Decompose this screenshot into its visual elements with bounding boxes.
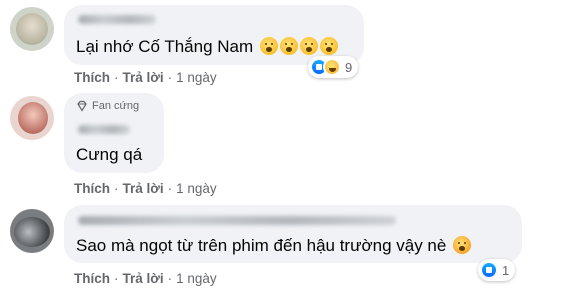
emoji-icon [259,37,278,55]
separator: · [167,271,173,286]
like-button[interactable]: Thích [74,271,110,286]
reaction-count: 1 [502,262,510,278]
timestamp[interactable]: 1 ngày [176,271,217,286]
like-button[interactable]: Thích [74,70,110,85]
emoji-icon [299,37,318,55]
reaction-summary[interactable]: 9 [308,56,359,78]
smiling-face-with-hearts-icon [453,236,472,254]
author-name[interactable] [78,125,130,134]
emoji-icon [279,37,298,55]
avatar[interactable] [10,209,54,253]
separator: · [167,70,173,85]
reply-button[interactable]: Trả lời [123,70,164,85]
like-icon [480,261,498,279]
reaction-count: 9 [345,59,353,75]
avatar[interactable] [10,7,54,51]
emoji-icon [319,37,338,55]
haha-icon [323,58,341,76]
timestamp[interactable]: 1 ngày [176,70,217,85]
reaction-summary[interactable]: 1 [478,259,516,281]
separator: · [167,181,173,196]
fan-badge: Fan cứng [76,100,139,112]
comment-bubble: Sao mà ngọt từ trên phim đến hậu trường … [64,205,522,263]
author-name[interactable] [78,216,396,225]
reply-button[interactable]: Trả lời [123,271,164,286]
timestamp[interactable]: 1 ngày [176,181,217,196]
separator: · [114,271,119,286]
diamond-icon [77,100,87,112]
comment-text: Lại nhớ Cố Thắng Nam [76,37,254,56]
reply-button[interactable]: Trả lời [123,181,164,196]
separator: · [114,181,119,196]
comment-text: Sao mà ngọt từ trên phim đến hậu trường … [76,236,447,255]
comment-actions: Thích · Trả lời · 1 ngày [74,271,217,286]
author-name[interactable] [78,15,156,24]
comment-actions: Thích · Trả lời · 1 ngày [74,181,217,196]
separator: · [114,70,119,85]
badge-label: Fan cứng [92,100,140,112]
like-button[interactable]: Thích [74,181,110,196]
avatar[interactable] [10,96,54,140]
comment-bubble: Fan cứng Cưng qá [64,93,164,173]
comment-text: Cưng qá [76,145,143,164]
comment-actions: Thích · Trả lời · 1 ngày [74,70,217,85]
